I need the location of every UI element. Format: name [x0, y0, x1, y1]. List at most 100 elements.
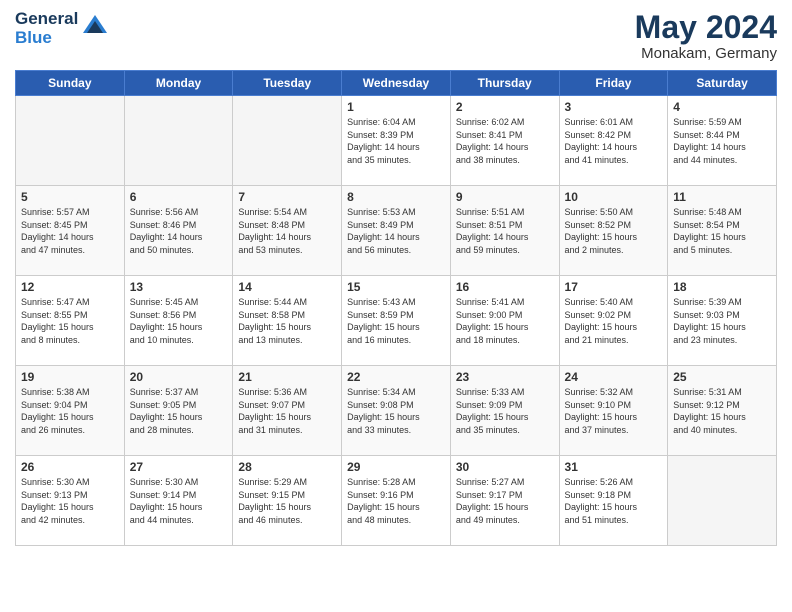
logo-text: General Blue: [15, 10, 109, 47]
calendar-cell: 14 Sunrise: 5:44 AM Sunset: 8:58 PM Dayli…: [233, 276, 342, 366]
calendar-cell: 15Sunrise: 5:43 AM Sunset: 8:59 PM Dayli…: [342, 276, 451, 366]
day-number: 19: [21, 370, 119, 384]
page-header: General Blue May 2024 Monakam, Germany: [15, 10, 777, 62]
day-info: Sunrise: 5:57 AM Sunset: 8:45 PM Dayligh…: [21, 206, 119, 256]
calendar-cell: 28Sunrise: 5:29 AM Sunset: 9:15 PM Dayli…: [233, 456, 342, 546]
calendar-week-3: 12 Sunrise: 5:47 AM Sunset: 8:55 PM Dayli…: [16, 276, 777, 366]
calendar-cell: 2 Sunrise: 6:02 AM Sunset: 8:41 PM Daylig…: [450, 96, 559, 186]
day-number: 4: [673, 100, 771, 114]
day-info: Sunrise: 5:45 AM Sunset: 8:56 PM Dayligh…: [130, 296, 228, 346]
day-info: Sunrise: 5:51 AM Sunset: 8:51 PM Dayligh…: [456, 206, 554, 256]
calendar-cell: 30Sunrise: 5:27 AM Sunset: 9:17 PM Dayli…: [450, 456, 559, 546]
location-subtitle: Monakam, Germany: [635, 45, 777, 62]
title-block: May 2024 Monakam, Germany: [635, 10, 777, 62]
calendar-cell: 4 Sunrise: 5:59 AM Sunset: 8:44 PM Daylig…: [668, 96, 777, 186]
calendar-cell: [233, 96, 342, 186]
logo-icon: [81, 13, 109, 41]
page-container: General Blue May 2024 Monakam, Germany S…: [0, 0, 792, 561]
day-number: 14: [238, 280, 336, 294]
day-number: 27: [130, 460, 228, 474]
calendar-cell: 16Sunrise: 5:41 AM Sunset: 9:00 PM Dayli…: [450, 276, 559, 366]
calendar-cell: 25 Sunrise: 5:31 AM Sunset: 9:12 PM Dayli…: [668, 366, 777, 456]
weekday-header-sunday: Sunday: [16, 71, 125, 96]
day-number: 8: [347, 190, 445, 204]
calendar-cell: 11Sunrise: 5:48 AM Sunset: 8:54 PM Dayli…: [668, 186, 777, 276]
calendar-cell: 13Sunrise: 5:45 AM Sunset: 8:56 PM Dayli…: [124, 276, 233, 366]
day-info: Sunrise: 5:43 AM Sunset: 8:59 PM Dayligh…: [347, 296, 445, 346]
day-number: 6: [130, 190, 228, 204]
calendar-cell: 6 Sunrise: 5:56 AM Sunset: 8:46 PM Daylig…: [124, 186, 233, 276]
day-number: 24: [565, 370, 663, 384]
day-number: 26: [21, 460, 119, 474]
day-info: Sunrise: 5:37 AM Sunset: 9:05 PM Dayligh…: [130, 386, 228, 436]
month-year-title: May 2024: [635, 10, 777, 45]
day-number: 7: [238, 190, 336, 204]
calendar-cell: 19 Sunrise: 5:38 AM Sunset: 9:04 PM Dayli…: [16, 366, 125, 456]
day-info: Sunrise: 5:36 AM Sunset: 9:07 PM Dayligh…: [238, 386, 336, 436]
day-number: 31: [565, 460, 663, 474]
calendar-cell: 29Sunrise: 5:28 AM Sunset: 9:16 PM Dayli…: [342, 456, 451, 546]
day-info: Sunrise: 6:02 AM Sunset: 8:41 PM Dayligh…: [456, 116, 554, 166]
day-info: Sunrise: 5:34 AM Sunset: 9:08 PM Dayligh…: [347, 386, 445, 436]
calendar-cell: 12 Sunrise: 5:47 AM Sunset: 8:55 PM Dayli…: [16, 276, 125, 366]
weekday-header-tuesday: Tuesday: [233, 71, 342, 96]
weekday-header-saturday: Saturday: [668, 71, 777, 96]
day-number: 20: [130, 370, 228, 384]
day-info: Sunrise: 5:59 AM Sunset: 8:44 PM Dayligh…: [673, 116, 771, 166]
logo-general: General: [15, 9, 78, 28]
calendar-cell: 26 Sunrise: 5:30 AM Sunset: 9:13 PM Dayli…: [16, 456, 125, 546]
calendar-week-2: 5Sunrise: 5:57 AM Sunset: 8:45 PM Daylig…: [16, 186, 777, 276]
day-info: Sunrise: 5:30 AM Sunset: 9:13 PM Dayligh…: [21, 476, 119, 526]
calendar-cell: 9 Sunrise: 5:51 AM Sunset: 8:51 PM Daylig…: [450, 186, 559, 276]
day-number: 10: [565, 190, 663, 204]
day-number: 2: [456, 100, 554, 114]
calendar-cell: 17 Sunrise: 5:40 AM Sunset: 9:02 PM Dayli…: [559, 276, 668, 366]
day-number: 29: [347, 460, 445, 474]
calendar-cell: [16, 96, 125, 186]
calendar-cell: 10 Sunrise: 5:50 AM Sunset: 8:52 PM Dayli…: [559, 186, 668, 276]
day-info: Sunrise: 5:47 AM Sunset: 8:55 PM Dayligh…: [21, 296, 119, 346]
calendar-cell: [668, 456, 777, 546]
day-info: Sunrise: 5:27 AM Sunset: 9:17 PM Dayligh…: [456, 476, 554, 526]
weekday-header-friday: Friday: [559, 71, 668, 96]
weekday-header-monday: Monday: [124, 71, 233, 96]
calendar-cell: 8Sunrise: 5:53 AM Sunset: 8:49 PM Daylig…: [342, 186, 451, 276]
day-info: Sunrise: 5:56 AM Sunset: 8:46 PM Dayligh…: [130, 206, 228, 256]
day-info: Sunrise: 5:31 AM Sunset: 9:12 PM Dayligh…: [673, 386, 771, 436]
day-number: 1: [347, 100, 445, 114]
weekday-header-wednesday: Wednesday: [342, 71, 451, 96]
day-info: Sunrise: 6:04 AM Sunset: 8:39 PM Dayligh…: [347, 116, 445, 166]
weekday-header-thursday: Thursday: [450, 71, 559, 96]
weekday-header-row: SundayMondayTuesdayWednesdayThursdayFrid…: [16, 71, 777, 96]
day-number: 16: [456, 280, 554, 294]
calendar-cell: 1 Sunrise: 6:04 AM Sunset: 8:39 PM Daylig…: [342, 96, 451, 186]
calendar-cell: 23Sunrise: 5:33 AM Sunset: 9:09 PM Dayli…: [450, 366, 559, 456]
day-info: Sunrise: 6:01 AM Sunset: 8:42 PM Dayligh…: [565, 116, 663, 166]
calendar-table: SundayMondayTuesdayWednesdayThursdayFrid…: [15, 70, 777, 546]
day-number: 12: [21, 280, 119, 294]
day-info: Sunrise: 5:39 AM Sunset: 9:03 PM Dayligh…: [673, 296, 771, 346]
calendar-week-4: 19 Sunrise: 5:38 AM Sunset: 9:04 PM Dayli…: [16, 366, 777, 456]
logo: General Blue: [15, 10, 109, 47]
day-info: Sunrise: 5:40 AM Sunset: 9:02 PM Dayligh…: [565, 296, 663, 346]
day-info: Sunrise: 5:38 AM Sunset: 9:04 PM Dayligh…: [21, 386, 119, 436]
logo-blue: Blue: [15, 28, 52, 47]
calendar-cell: 20 Sunrise: 5:37 AM Sunset: 9:05 PM Dayli…: [124, 366, 233, 456]
day-number: 22: [347, 370, 445, 384]
calendar-cell: 27Sunrise: 5:30 AM Sunset: 9:14 PM Dayli…: [124, 456, 233, 546]
day-info: Sunrise: 5:44 AM Sunset: 8:58 PM Dayligh…: [238, 296, 336, 346]
day-number: 21: [238, 370, 336, 384]
calendar-cell: 5Sunrise: 5:57 AM Sunset: 8:45 PM Daylig…: [16, 186, 125, 276]
calendar-cell: 7Sunrise: 5:54 AM Sunset: 8:48 PM Daylig…: [233, 186, 342, 276]
day-number: 28: [238, 460, 336, 474]
day-number: 9: [456, 190, 554, 204]
day-number: 17: [565, 280, 663, 294]
day-number: 18: [673, 280, 771, 294]
day-number: 11: [673, 190, 771, 204]
day-number: 25: [673, 370, 771, 384]
calendar-cell: 31Sunrise: 5:26 AM Sunset: 9:18 PM Dayli…: [559, 456, 668, 546]
day-info: Sunrise: 5:32 AM Sunset: 9:10 PM Dayligh…: [565, 386, 663, 436]
calendar-cell: 18 Sunrise: 5:39 AM Sunset: 9:03 PM Dayli…: [668, 276, 777, 366]
day-info: Sunrise: 5:50 AM Sunset: 8:52 PM Dayligh…: [565, 206, 663, 256]
calendar-week-5: 26 Sunrise: 5:30 AM Sunset: 9:13 PM Dayli…: [16, 456, 777, 546]
